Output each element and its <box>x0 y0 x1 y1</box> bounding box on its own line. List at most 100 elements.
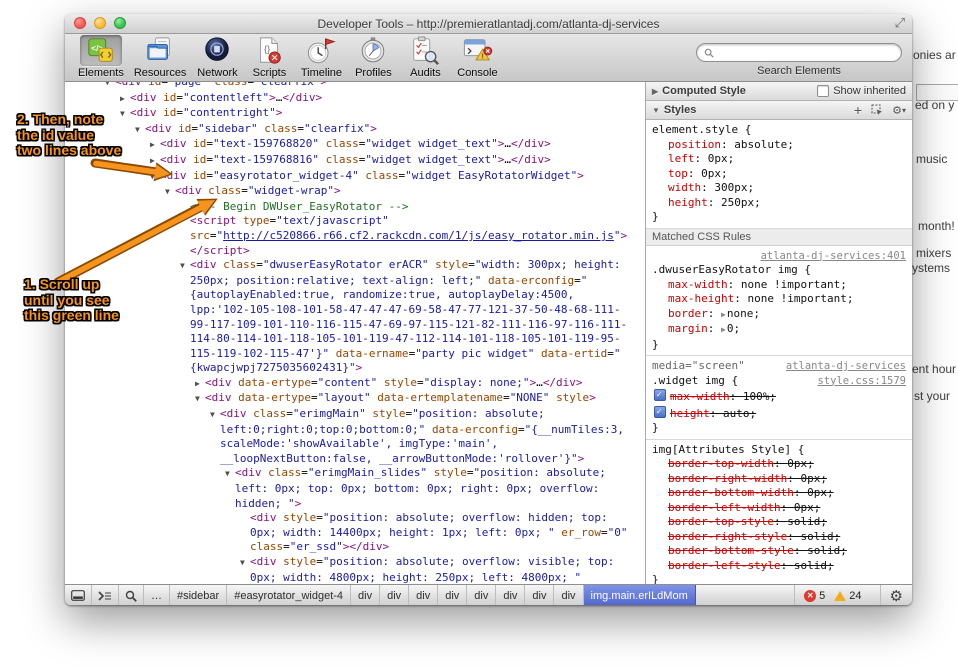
css-selector[interactable]: .widget img { <box>652 374 738 389</box>
disclosure-closed-icon[interactable]: ▶ <box>150 154 160 169</box>
stylesheet-link[interactable]: style.css:1579 <box>817 374 906 389</box>
stylesheet-link[interactable]: atlanta-dj-services <box>786 359 906 374</box>
breadcrumb-item[interactable]: … <box>144 585 170 605</box>
property-checkbox-checked-icon[interactable] <box>654 389 666 401</box>
css-property[interactable]: border-top-width: 0px; <box>652 457 906 472</box>
styles-gear-icon[interactable]: ⚙▾ <box>892 104 906 117</box>
css-property[interactable]: height: 250px; <box>652 196 906 211</box>
minimize-button[interactable] <box>94 17 106 29</box>
tool-audits[interactable]: Audits <box>404 35 446 79</box>
css-selector[interactable]: element.style { <box>652 123 751 138</box>
css-rule[interactable]: element.style {position: absolute;left: … <box>646 120 912 229</box>
disclosure-closed-icon[interactable]: ▶ <box>120 92 130 107</box>
disclosure-closed-icon[interactable]: ▶ <box>195 377 205 392</box>
disclosure-open-icon[interactable]: ▼ <box>652 106 660 115</box>
search-input[interactable] <box>718 46 894 60</box>
css-property[interactable]: border-bottom-style: solid; <box>652 544 906 559</box>
css-rule[interactable]: atlanta-dj-services:401.dwuserEasyRotato… <box>646 246 912 357</box>
dom-tree-line[interactable]: ▼<div style="position: absolute; overflo… <box>65 555 633 584</box>
breadcrumb-item[interactable]: div <box>554 585 583 605</box>
tool-profiles[interactable]: Profiles <box>352 35 394 79</box>
tool-scripts[interactable]: {}Scripts <box>248 35 290 79</box>
breadcrumb-item[interactable]: div <box>525 585 554 605</box>
breadcrumb-item[interactable]: #easyrotator_widget-4 <box>227 585 351 605</box>
css-property[interactable]: border-top-style: solid; <box>652 515 906 530</box>
breadcrumb-item[interactable]: #sidebar <box>170 585 227 605</box>
dom-tree-line[interactable]: ▶<div id="text-159768820" class="widget … <box>65 137 633 153</box>
stylesheet-link[interactable]: atlanta-dj-services:401 <box>761 250 906 262</box>
css-property[interactable]: border-right-style: solid; <box>652 530 906 545</box>
property-checkbox-checked-icon[interactable] <box>654 406 666 418</box>
css-property[interactable]: border-bottom-width: 0px; <box>652 486 906 501</box>
disclosure-open-icon[interactable]: ▼ <box>120 107 130 122</box>
breadcrumb-item[interactable]: div <box>409 585 438 605</box>
dom-tree-line[interactable]: ▶<div id="text-159768816" class="widget … <box>65 153 633 169</box>
tool-timeline[interactable]: Timeline <box>300 35 342 79</box>
computed-style-header[interactable]: ▶ Computed Style Show inherited <box>646 82 912 101</box>
dom-tree-line[interactable]: <script type="text/javascript" src="http… <box>65 214 633 258</box>
dom-tree-line[interactable]: ▼<div data-ertype="layout" data-ertempla… <box>65 391 633 407</box>
expand-property-icon[interactable]: ▶ <box>721 310 726 319</box>
css-property[interactable]: margin: ▶0; <box>652 322 906 338</box>
dom-tree-line[interactable]: <!-- Begin DWUser_EasyRotator --> <box>65 200 633 215</box>
tool-console[interactable]: !Console <box>456 35 498 79</box>
dom-tree-line[interactable]: ▼<div class="erimgMain" style="position:… <box>65 407 633 466</box>
css-property[interactable]: border: ▶none; <box>652 307 906 323</box>
show-inherited-checkbox[interactable] <box>817 85 829 97</box>
disclosure-closed-icon[interactable]: ▶ <box>652 87 658 96</box>
css-property[interactable]: border-left-style: solid; <box>652 559 906 574</box>
disclosure-open-icon[interactable]: ▼ <box>150 170 160 185</box>
settings-gear-button[interactable]: ⚙ <box>880 585 912 605</box>
dom-tree-line[interactable]: ▼<div id="easyrotator_widget-4" class="w… <box>65 169 633 185</box>
css-property[interactable]: top: 0px; <box>652 167 906 182</box>
dock-side-button[interactable] <box>65 585 92 605</box>
dom-tree-line[interactable]: ▶<div data-ertype="content" style="displ… <box>65 376 633 392</box>
disclosure-open-icon[interactable]: ▼ <box>225 467 235 482</box>
tool-elements[interactable]: </>Elements <box>78 35 124 79</box>
dom-tree-line[interactable]: ▶<div id="contentleft">…</div> <box>65 91 633 107</box>
breadcrumb-item[interactable]: div <box>380 585 409 605</box>
disclosure-open-icon[interactable]: ▼ <box>105 82 115 91</box>
console-badges[interactable]: ✕ 5 24 <box>794 585 879 605</box>
css-property[interactable]: border-right-width: 0px; <box>652 472 906 487</box>
disclosure-closed-icon[interactable]: ▶ <box>150 138 160 153</box>
zoom-button[interactable] <box>114 17 126 29</box>
dom-tree-line[interactable]: ▼<div id="contentright"> <box>65 106 633 122</box>
css-property[interactable]: height: auto; <box>652 405 906 422</box>
css-property[interactable]: max-height: none !important; <box>652 292 906 307</box>
search-scope-button[interactable] <box>119 585 144 605</box>
disclosure-open-icon[interactable]: ▼ <box>165 185 175 200</box>
css-property[interactable]: position: absolute; <box>652 138 906 153</box>
breadcrumb-item[interactable]: div <box>496 585 525 605</box>
css-property[interactable]: left: 0px; <box>652 152 906 167</box>
tool-resources[interactable]: Resources <box>134 35 187 79</box>
css-property[interactable]: max-width: none !important; <box>652 278 906 293</box>
dom-tree-line[interactable]: ▼<div class="erimgMain_slides" style="po… <box>65 466 633 511</box>
css-property[interactable]: border-left-width: 0px; <box>652 501 906 516</box>
breadcrumb-item[interactable]: div <box>438 585 467 605</box>
console-toggle-button[interactable] <box>92 585 119 605</box>
close-button[interactable] <box>74 17 86 29</box>
tool-network[interactable]: Network <box>196 35 238 79</box>
dom-tree-line[interactable]: ▼<div id="sidebar" class="clearfix"> <box>65 122 633 138</box>
breadcrumb-item[interactable]: div <box>467 585 496 605</box>
search-field[interactable] <box>696 43 902 62</box>
styles-header[interactable]: ▼ Styles + ⚙▾ <box>646 101 912 120</box>
breadcrumb-item[interactable]: div <box>351 585 380 605</box>
css-rule[interactable]: img[Attributes Style] {border-top-width:… <box>646 440 912 585</box>
css-selector[interactable]: .dwuserEasyRotator img { <box>652 263 811 278</box>
dom-tree-line[interactable]: ▼<div class="widget-wrap"> <box>65 184 633 200</box>
new-style-rule-button[interactable]: + <box>854 102 862 118</box>
resize-icon[interactable]: ⤢ <box>895 15 905 31</box>
css-property[interactable]: max-width: 100%; <box>652 388 906 405</box>
disclosure-open-icon[interactable]: ▼ <box>195 392 205 407</box>
dom-tree-line[interactable]: ▼<div id="page" class="clearfix"> <box>65 82 633 91</box>
disclosure-open-icon[interactable]: ▼ <box>240 556 250 571</box>
css-selector[interactable]: img[Attributes Style] { <box>652 443 804 458</box>
breadcrumb-item-selected[interactable]: img.main.erILdMom <box>584 585 696 605</box>
disclosure-open-icon[interactable]: ▼ <box>135 123 145 138</box>
disclosure-open-icon[interactable]: ▼ <box>210 408 220 423</box>
expand-property-icon[interactable]: ▶ <box>721 325 726 334</box>
disclosure-open-icon[interactable]: ▼ <box>180 259 190 274</box>
dom-tree-line[interactable]: ▼<div class="dwuserEasyRotator erACR" st… <box>65 258 633 376</box>
